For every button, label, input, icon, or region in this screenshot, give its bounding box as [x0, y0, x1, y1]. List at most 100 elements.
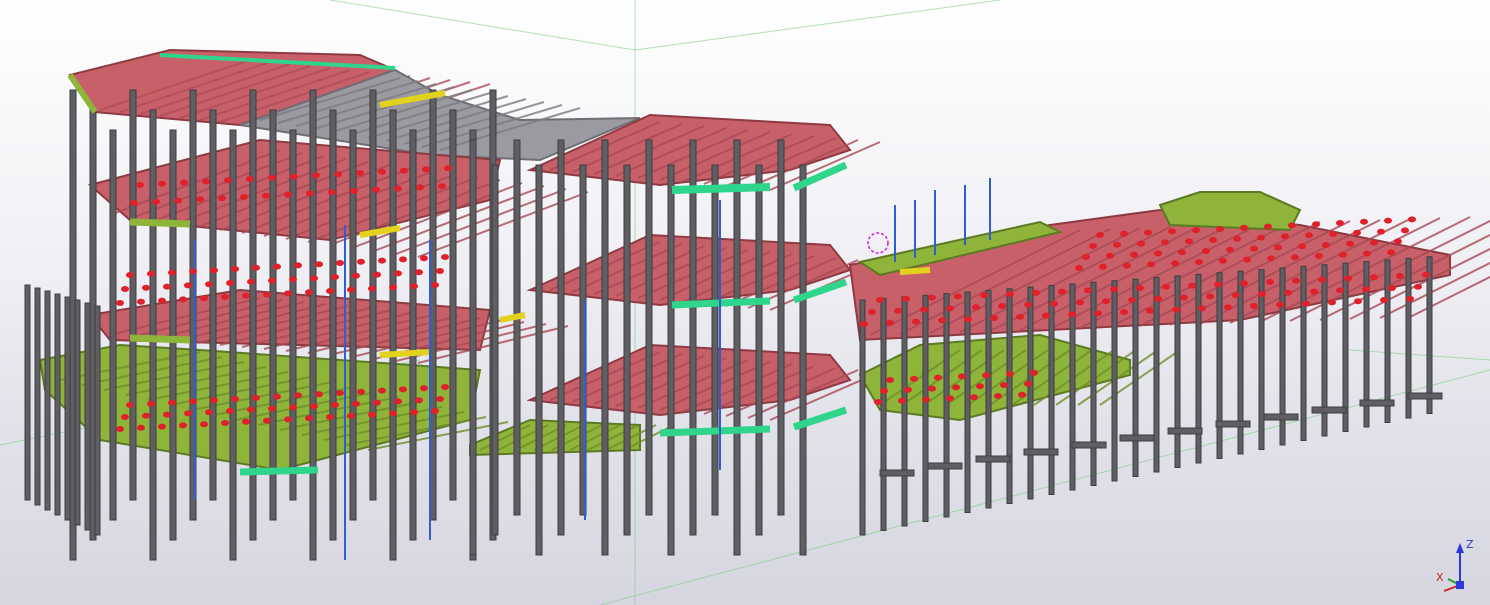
connection-marker[interactable] — [1172, 306, 1180, 313]
connection-marker[interactable] — [310, 275, 318, 282]
connection-marker[interactable] — [142, 412, 150, 419]
column[interactable] — [44, 290, 51, 511]
connection-marker[interactable] — [389, 410, 397, 417]
connection-marker[interactable] — [1171, 260, 1179, 267]
connection-marker[interactable] — [1178, 249, 1186, 256]
connection-marker[interactable] — [1016, 313, 1024, 320]
connection-marker[interactable] — [1089, 243, 1097, 249]
connection-marker[interactable] — [252, 394, 260, 401]
column[interactable] — [943, 293, 950, 518]
column[interactable] — [799, 164, 807, 556]
connection-marker[interactable] — [273, 263, 281, 270]
connection-marker[interactable] — [373, 271, 381, 278]
connection-marker[interactable] — [1082, 254, 1090, 260]
connection-marker[interactable] — [1240, 280, 1248, 287]
connection-marker[interactable] — [121, 414, 129, 420]
column[interactable] — [689, 139, 697, 536]
connection-marker[interactable] — [116, 300, 124, 306]
column[interactable] — [1132, 278, 1139, 478]
column[interactable] — [84, 302, 91, 531]
connection-marker[interactable] — [378, 168, 386, 175]
connection-marker[interactable] — [242, 292, 250, 299]
connection-marker[interactable] — [898, 397, 906, 404]
connection-marker[interactable] — [1291, 254, 1299, 261]
connection-marker[interactable] — [928, 385, 936, 392]
column[interactable] — [289, 129, 297, 501]
connection-marker[interactable] — [1422, 271, 1430, 278]
connection-marker[interactable] — [1318, 276, 1326, 283]
connection-marker[interactable] — [415, 397, 423, 404]
connection-marker[interactable] — [1084, 287, 1092, 294]
beam[interactable] — [499, 312, 526, 323]
connection-marker[interactable] — [1206, 293, 1214, 300]
connection-marker[interactable] — [1312, 221, 1320, 228]
connection-marker[interactable] — [1328, 299, 1336, 306]
connection-marker[interactable] — [938, 317, 946, 324]
connection-marker[interactable] — [1344, 275, 1352, 282]
connection-marker[interactable] — [998, 303, 1006, 309]
connection-marker[interactable] — [431, 408, 439, 414]
connection-marker[interactable] — [410, 409, 418, 416]
connection-marker[interactable] — [158, 297, 166, 304]
connection-marker[interactable] — [1288, 222, 1296, 229]
connection-marker[interactable] — [1006, 371, 1014, 377]
connection-marker[interactable] — [1250, 245, 1258, 252]
connection-marker[interactable] — [1336, 220, 1344, 226]
column[interactable] — [535, 164, 543, 556]
connection-marker[interactable] — [352, 272, 360, 279]
connection-marker[interactable] — [946, 395, 954, 402]
connection-marker[interactable] — [420, 385, 428, 392]
connection-marker[interactable] — [268, 405, 276, 412]
connection-marker[interactable] — [1188, 282, 1196, 289]
connection-marker[interactable] — [1110, 286, 1118, 293]
connection-marker[interactable] — [315, 261, 323, 268]
connection-marker[interactable] — [1370, 239, 1378, 246]
connection-marker[interactable] — [1363, 250, 1371, 257]
connection-marker[interactable] — [416, 184, 424, 191]
column[interactable] — [733, 139, 741, 556]
connection-marker[interactable] — [928, 294, 936, 301]
connection-marker[interactable] — [334, 171, 342, 178]
connection-marker[interactable] — [1414, 283, 1422, 290]
connection-marker[interactable] — [189, 268, 197, 275]
connection-marker[interactable] — [1250, 303, 1258, 309]
connection-marker[interactable] — [894, 307, 902, 314]
column[interactable] — [1384, 259, 1391, 423]
connection-marker[interactable] — [868, 309, 876, 315]
connection-marker[interactable] — [1154, 295, 1162, 302]
connection-marker[interactable] — [247, 406, 255, 413]
connection-marker[interactable] — [373, 399, 381, 406]
connection-marker[interactable] — [168, 269, 176, 276]
connection-marker[interactable] — [1257, 234, 1265, 241]
column[interactable] — [1174, 275, 1181, 468]
connection-marker[interactable] — [336, 260, 344, 266]
connection-marker[interactable] — [1147, 261, 1155, 268]
connection-marker[interactable] — [262, 192, 270, 199]
connection-marker[interactable] — [980, 292, 988, 299]
connection-marker[interactable] — [284, 290, 292, 297]
connection-marker[interactable] — [1006, 291, 1014, 297]
connection-marker[interactable] — [1018, 391, 1026, 398]
connection-marker[interactable] — [305, 415, 313, 422]
connection-marker[interactable] — [1370, 274, 1378, 281]
connection-marker[interactable] — [1120, 309, 1128, 315]
connection-marker[interactable] — [263, 291, 271, 298]
beam[interactable] — [899, 267, 931, 275]
connection-marker[interactable] — [273, 393, 281, 400]
column[interactable] — [209, 109, 217, 501]
connection-marker[interactable] — [1396, 273, 1404, 279]
connection-marker[interactable] — [910, 375, 918, 382]
connection-marker[interactable] — [1136, 285, 1144, 291]
connection-marker[interactable] — [1292, 277, 1300, 284]
connection-marker[interactable] — [179, 422, 187, 429]
connection-marker[interactable] — [289, 276, 297, 283]
connection-marker[interactable] — [1384, 217, 1392, 224]
connection-marker[interactable] — [1058, 288, 1066, 295]
connection-marker[interactable] — [289, 404, 297, 411]
connection-marker[interactable] — [200, 421, 208, 428]
connection-marker[interactable] — [954, 293, 962, 300]
connection-marker[interactable] — [326, 288, 334, 294]
connection-marker[interactable] — [422, 166, 430, 173]
connection-marker[interactable] — [357, 388, 365, 395]
connection-marker[interactable] — [378, 257, 386, 264]
